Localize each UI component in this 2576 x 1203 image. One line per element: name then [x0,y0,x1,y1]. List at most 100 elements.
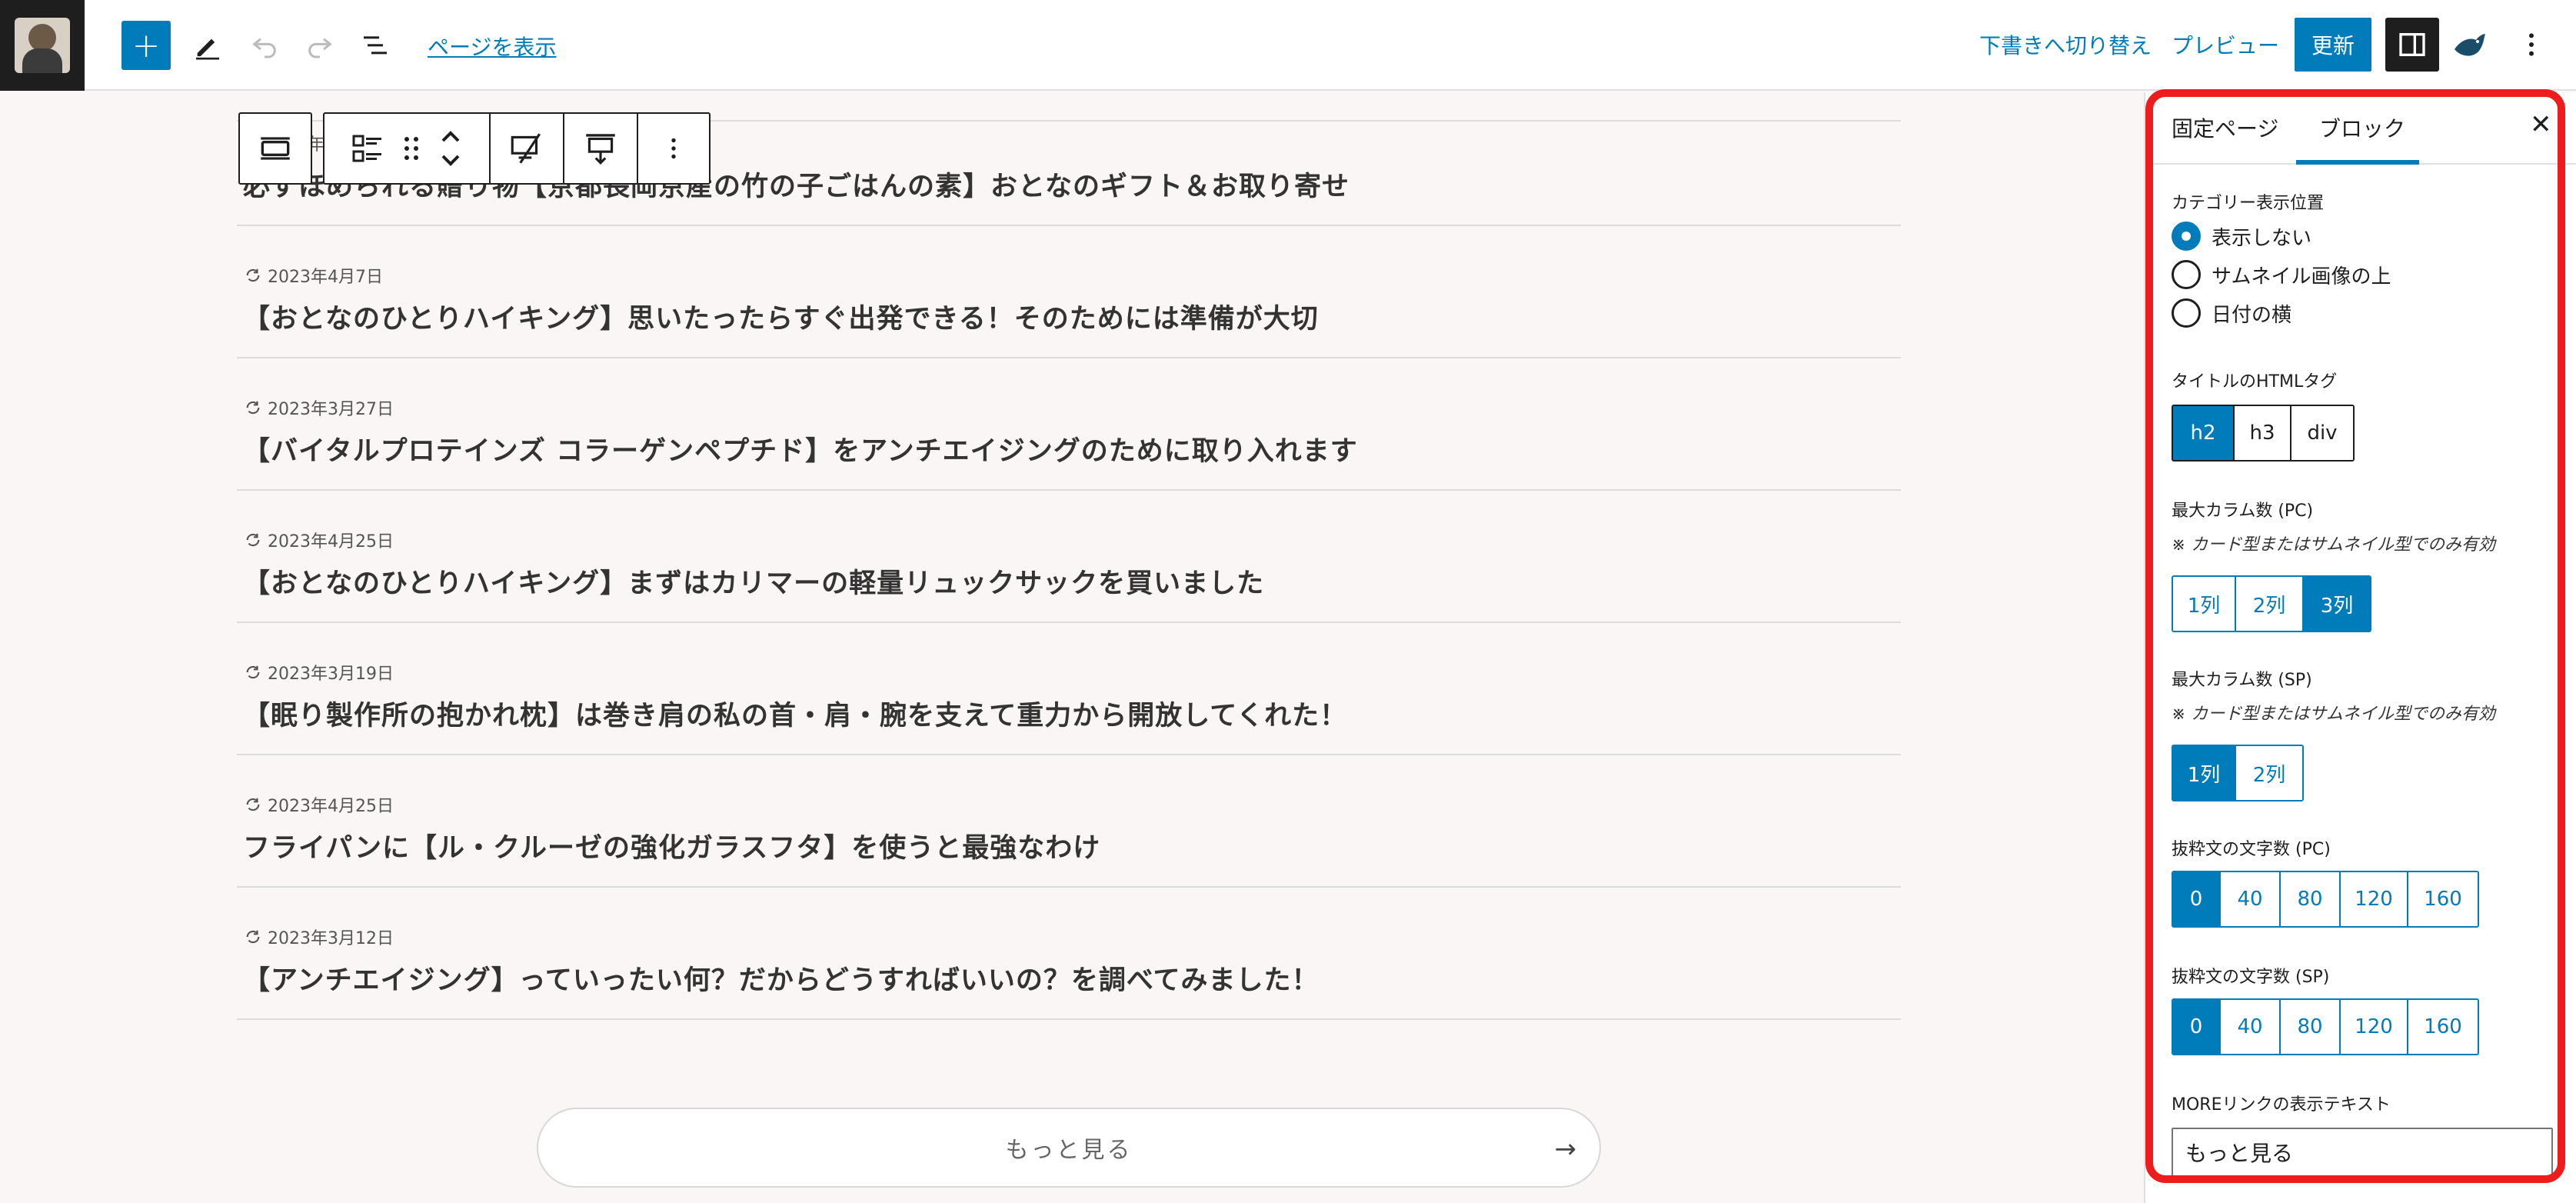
tools-button[interactable] [183,21,232,70]
more-vertical-icon [671,138,676,159]
undo-button[interactable] [240,21,289,70]
drag-handle-icon[interactable] [400,133,423,164]
refresh-icon [246,533,260,547]
post-list-block[interactable]: 年 必ずほめられる贈り物【京都長岡京産の竹の子ごはんの素】おとなのギフト＆お取り… [237,122,1901,1020]
radio-label: 日付の横 [2212,303,2292,327]
category-position-label: カテゴリー表示位置 [2172,194,2325,213]
post-date-row: 2023年4月25日 [245,528,394,552]
post-title[interactable]: 【おとなのひとりハイキング】まずはカリマーの軽量リュックサックを買いました [243,562,1264,601]
columns-sp-2-button[interactable]: 2列 [2236,746,2302,800]
refresh-icon [246,665,260,679]
more-link-text-label: MOREリンクの表示テキスト [2172,1095,2391,1115]
post-list-item[interactable]: 2023年3月27日 【バイタルプロテインズ コラーゲンペプチド】をアンチエイジ… [237,358,1901,491]
jetpack-button[interactable] [2447,22,2493,68]
device-hide-icon [511,133,541,164]
post-title[interactable]: フライパンに【ル・クルーゼの強化ガラスフタ】を使うと最強なわけ [243,826,1100,865]
switch-to-draft-button[interactable]: 下書きへ切り替え [1979,29,2152,60]
excerpt-sp-160-button[interactable]: 160 [2408,1000,2478,1054]
post-list-item[interactable]: 2023年4月25日 フライパンに【ル・クルーゼの強化ガラスフタ】を使うと最強な… [237,755,1901,888]
radio-option-hidden[interactable]: 表示しない [2172,222,2311,251]
radio-option-beside-date[interactable]: 日付の横 [2172,298,2291,328]
post-list-item[interactable]: 2023年4月7日 【おとなのひとりハイキング】思いたったらすぐ出発できる！その… [237,226,1901,358]
max-columns-sp-note: ※ カード型またはサムネイル型でのみ有効 [2172,705,2495,724]
excerpt-sp-40-button[interactable]: 40 [2221,1000,2281,1054]
post-title[interactable]: 【アンチエイジング】っていったい何？だからどうすればいいの？を調べてみました！ [243,958,1319,998]
columns-sp-1-button[interactable]: 1列 [2173,746,2236,800]
radio-label: サムネイル画像の上 [2212,265,2391,288]
post-title[interactable]: 【おとなのひとりハイキング】思いたったらすぐ出発できる！そのためには準備が大切 [243,297,1319,336]
excerpt-sp-120-button[interactable]: 120 [2341,1000,2408,1054]
max-columns-pc-button-group: 1列 2列 3列 [2172,575,2371,632]
close-icon[interactable]: ✕ [2530,109,2552,140]
preview-button[interactable]: プレビュー [2172,29,2279,60]
title-tag-div-button[interactable]: div [2291,406,2353,460]
excerpt-pc-160-button[interactable]: 160 [2408,872,2478,926]
post-date-row: 2023年3月19日 [245,660,394,685]
redo-icon [308,38,332,58]
document-overview-button[interactable] [351,21,400,70]
post-date-row: 2023年3月12日 [245,925,394,949]
move-up-down-icon[interactable] [437,127,464,170]
post-list-item[interactable]: 2023年3月12日 【アンチエイジング】っていったい何？だからどうすればいいの… [237,888,1901,1020]
spacing-control-button[interactable] [564,114,638,183]
options-button[interactable] [2508,22,2554,68]
title-tag-button-group: h2 h3 div [2172,405,2355,462]
block-inserter-button[interactable]: + [121,21,171,70]
refresh-icon [246,401,260,415]
max-columns-sp-label: 最大カラム数 (SP) [2172,671,2312,690]
redo-button[interactable] [295,21,344,70]
site-icon-button[interactable] [0,0,85,91]
post-list-item[interactable]: 2023年4月25日 【おとなのひとりハイキング】まずはカリマーの軽量リュックサ… [237,491,1901,623]
parent-block-selector[interactable] [238,112,312,185]
title-tag-label: タイトルのHTMLタグ [2172,372,2338,392]
max-columns-pc-label: 最大カラム数 (PC) [2172,502,2314,521]
excerpt-pc-button-group: 0 40 80 120 160 [2172,871,2479,928]
tab-block[interactable]: ブロック [2319,112,2405,143]
post-title[interactable]: 【眠り製作所の抱かれ枕】は巻き肩の私の首・肩・腕を支えて重力から開放してくれた！ [243,694,1347,733]
more-posts-button[interactable]: もっと見る → [537,1108,1601,1188]
excerpt-pc-0-button[interactable]: 0 [2173,872,2221,926]
excerpt-sp-button-group: 0 40 80 120 160 [2172,998,2479,1055]
view-page-link[interactable]: ページを表示 [428,31,556,62]
excerpt-pc-40-button[interactable]: 40 [2221,872,2281,926]
post-date: 2023年3月27日 [268,400,394,419]
refresh-icon [246,930,260,944]
active-tab-indicator [2296,160,2419,165]
radio-button[interactable] [2172,260,2201,289]
block-options-button[interactable] [638,114,709,183]
refresh-icon [246,798,260,811]
sidebar-tabs: 固定ページ ブロック ✕ [2145,92,2576,165]
more-link-text-input[interactable] [2172,1128,2553,1177]
editor-header: + ページを表示 下書きへ切り替え プレビュー 更新 [0,0,2576,91]
more-vertical-icon [2529,33,2534,56]
plus-icon: + [131,25,161,65]
post-date: 2023年4月7日 [268,268,383,287]
radio-button[interactable] [2172,298,2201,328]
columns-pc-1-button[interactable]: 1列 [2173,577,2236,631]
excerpt-pc-120-button[interactable]: 120 [2341,872,2408,926]
settings-sidebar: 固定ページ ブロック ✕ カテゴリー表示位置 表示しない サムネイル画像の上 日… [2144,92,2576,1203]
update-button[interactable]: 更新 [2295,18,2371,72]
post-list-item[interactable]: 2023年3月19日 【眠り製作所の抱かれ枕】は巻き肩の私の首・肩・腕を支えて重… [237,623,1901,755]
max-columns-sp-button-group: 1列 2列 [2172,745,2304,801]
post-date: 2023年4月25日 [268,797,394,816]
radio-button[interactable] [2172,222,2201,251]
columns-pc-2-button[interactable]: 2列 [2236,577,2304,631]
post-date: 2023年3月12日 [268,929,394,948]
max-columns-pc-note: ※ カード型またはサムネイル型でのみ有効 [2172,535,2495,555]
avatar-image [15,18,70,73]
excerpt-sp-0-button[interactable]: 0 [2173,1000,2221,1054]
post-title[interactable]: 【バイタルプロテインズ コラーゲンペプチド】をアンチエイジングのために取り入れま… [243,429,1358,468]
vertical-spacing-icon [586,134,615,165]
settings-button[interactable] [2385,18,2439,72]
title-tag-h3-button[interactable]: h3 [2235,406,2291,460]
excerpt-pc-80-button[interactable]: 80 [2281,872,2341,926]
excerpt-sp-80-button[interactable]: 80 [2281,1000,2341,1054]
visibility-toggle-button[interactable] [491,114,564,183]
excerpt-sp-label: 抜粋文の文字数 (SP) [2172,968,2330,987]
radio-option-above-thumbnail[interactable]: サムネイル画像の上 [2172,260,2391,289]
title-tag-h2-button[interactable]: h2 [2173,406,2235,460]
tab-page[interactable]: 固定ページ [2172,112,2278,143]
post-list-icon[interactable] [349,130,386,167]
columns-pc-3-button[interactable]: 3列 [2304,577,2370,631]
